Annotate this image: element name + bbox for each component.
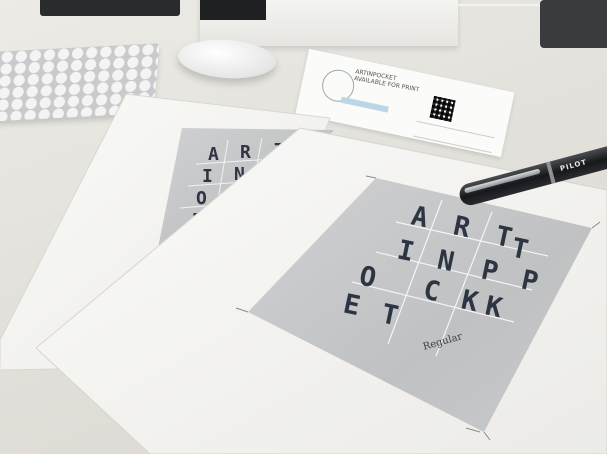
keyboard [0, 43, 160, 123]
front-letter-k: K [459, 285, 482, 319]
back-poster-grid: A R T I N P O C K E T [179, 137, 319, 237]
back-letter-i: I [202, 166, 213, 187]
front-letter-t: T [493, 221, 515, 255]
front-poster-grid-lines [351, 199, 549, 357]
top-right-device [540, 0, 607, 48]
front-poster [248, 178, 592, 432]
back-letter-t2: T [224, 208, 235, 229]
front-letter-i: I [395, 235, 417, 269]
qr-code [429, 95, 456, 122]
front-letter-e: E [341, 289, 363, 323]
front-letter-t2: T [379, 299, 401, 333]
back-letter-n: N [234, 164, 245, 185]
white-box [200, 0, 458, 46]
back-letter-o: O [196, 188, 207, 209]
back-letter-t: T [274, 140, 285, 161]
back-letter-e: E [192, 210, 203, 231]
back-letter-c: C [228, 186, 239, 207]
postcard-address-lines [413, 120, 495, 154]
front-letter-c: C [421, 275, 443, 309]
back-letter-a: A [208, 144, 219, 165]
back-letter-r: R [240, 142, 251, 163]
front-letter-t-detached: T [509, 233, 531, 267]
back-letter-p: P [268, 162, 279, 183]
cable [458, 4, 550, 32]
front-letter-n: N [435, 245, 457, 279]
postcard-bar [340, 96, 389, 113]
postcard-text: ARTINPOCKET AVAILABLE FOR PRINT [354, 68, 421, 93]
front-letter-p: P [479, 255, 501, 289]
desk-photo: ARTINPOCKET AVAILABLE FOR PRINT A R T I … [0, 0, 607, 454]
front-letter-o: O [357, 261, 379, 295]
postcard: ARTINPOCKET AVAILABLE FOR PRINT [295, 48, 515, 158]
back-poster [156, 128, 334, 258]
style-label: Regular [422, 331, 464, 353]
box-stripe [200, 0, 266, 20]
front-poster-grid: A R T T I N P P O C K K E T [341, 201, 541, 333]
front-letter-r: R [451, 211, 474, 245]
front-letter-k2: K [483, 291, 506, 325]
front-letter-p2: P [519, 265, 541, 299]
front-letter-a: A [409, 201, 431, 235]
back-letter-k: K [262, 184, 273, 205]
dark-device [40, 0, 180, 16]
back-sheet [0, 93, 331, 371]
crop-marks [235, 175, 601, 441]
